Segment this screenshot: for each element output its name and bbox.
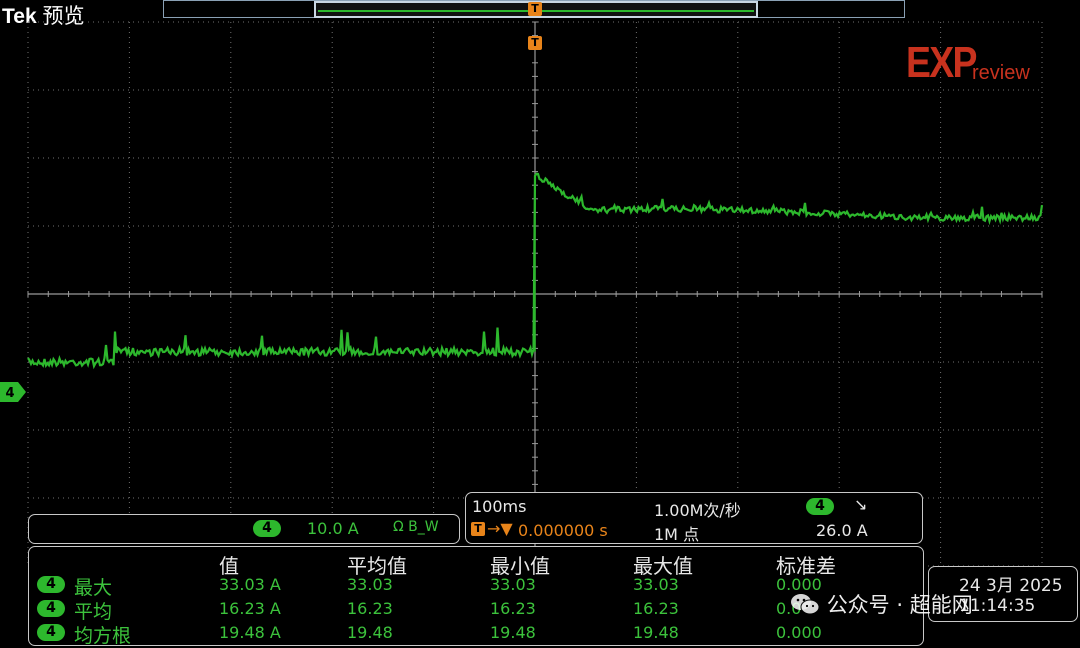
channel-scale: 10.0 A — [307, 519, 359, 538]
wechat-icon — [791, 594, 820, 615]
row-std: 0.000 — [776, 623, 822, 642]
trigger-slope-icon: ↘ — [854, 495, 868, 514]
record-length: 1M 点 — [654, 525, 700, 544]
table-row[interactable]: 4 最大 33.03 A 33.03 33.03 33.03 0.000 — [29, 573, 919, 599]
row-mean: 33.03 — [347, 575, 393, 594]
ch4-ground-marker[interactable]: 4 — [0, 382, 26, 402]
table-row[interactable]: 4 平均 16.23 A 16.23 16.23 16.23 0.0 — [29, 597, 919, 623]
row-channel-badge: 4 — [37, 624, 65, 641]
row-channel-badge: 4 — [37, 576, 65, 593]
acquisition-info-box[interactable]: 100ms 1.00M次/秒 4 ↘ T →▼ 0.000000 s 1M 点 … — [465, 492, 923, 544]
exp-review-logo: EXP review — [906, 38, 1030, 87]
wechat-watermark: 公众号 · 超能网 — [790, 589, 973, 619]
row-label: 最大 — [74, 577, 113, 599]
row-max: 16.23 — [633, 599, 679, 618]
row-mean: 19.48 — [347, 623, 393, 642]
row-label: 平均 — [74, 601, 113, 623]
row-label: 均方根 — [74, 625, 132, 647]
watermark-text: 公众号 · 超能网 — [826, 593, 973, 617]
row-value: 19.48 A — [219, 623, 281, 642]
channel-badge: 4 — [253, 520, 281, 537]
row-min: 19.48 — [490, 623, 536, 642]
svg-text:4: 4 — [5, 386, 14, 401]
row-min: 16.23 — [490, 599, 536, 618]
row-max: 33.03 — [633, 575, 679, 594]
trigger-marker-icon[interactable]: T — [528, 36, 542, 50]
trigger-arrow-icon: →▼ — [487, 519, 513, 538]
row-max: 19.48 — [633, 623, 679, 642]
timebase: 100ms — [472, 497, 527, 516]
row-mean: 16.23 — [347, 599, 393, 618]
trigger-position-badge: T — [471, 522, 485, 536]
bandwidth-limit-icon: Ω B_W — [393, 519, 439, 535]
row-value: 33.03 A — [219, 575, 281, 594]
trigger-position-icon[interactable]: T — [528, 2, 542, 16]
channel-info-box[interactable]: 4 10.0 A Ω B_W — [28, 514, 460, 544]
table-row[interactable]: 4 均方根 19.48 A 19.48 19.48 19.48 0.000 — [29, 621, 919, 647]
date: 24 3月 2025 — [959, 576, 1063, 596]
sample-rate: 1.00M次/秒 — [654, 501, 741, 520]
trigger-position: 0.000000 s — [518, 521, 608, 540]
trigger-level: 26.0 A — [816, 521, 868, 540]
row-value: 16.23 A — [219, 599, 281, 618]
row-channel-badge: 4 — [37, 600, 65, 617]
row-min: 33.03 — [490, 575, 536, 594]
trigger-channel-badge: 4 — [806, 498, 834, 515]
